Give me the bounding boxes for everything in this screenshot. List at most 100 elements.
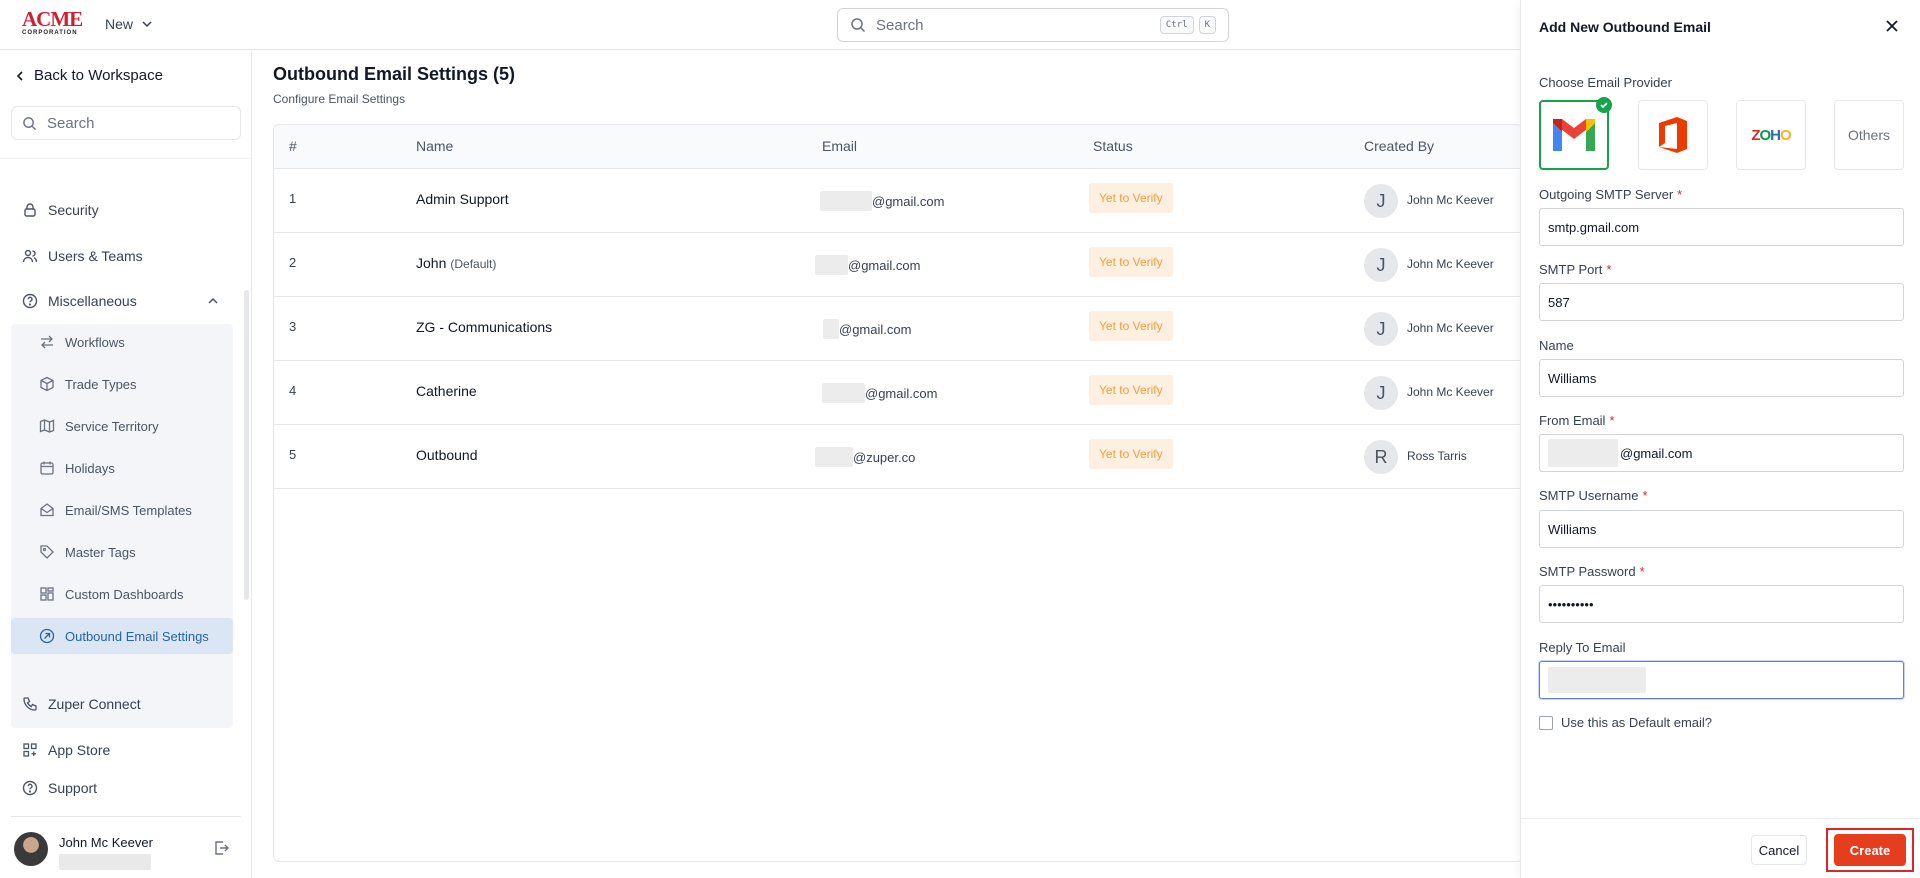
- sidebar-item-label: Trade Types: [65, 376, 137, 392]
- table-row[interactable]: 4 Catherine @gmail.com Yet to Verify J J…: [274, 361, 1523, 425]
- smtp-password-label: SMTP Password *: [1539, 564, 1645, 579]
- logout-icon[interactable]: [212, 839, 230, 857]
- create-button[interactable]: Create: [1834, 834, 1906, 866]
- email-redacted: [815, 255, 848, 275]
- global-search-input[interactable]: Search Ctrl K: [837, 8, 1229, 42]
- mail-open-icon: [40, 503, 54, 517]
- logo-text: ACME: [22, 7, 83, 31]
- email-domain: @gmail.com: [848, 257, 921, 273]
- from-email-field[interactable]: @gmail.com: [1539, 434, 1904, 472]
- sidebar-item-label: Users & Teams: [48, 248, 143, 264]
- new-menu-label: New: [105, 16, 134, 32]
- email-domain: @gmail.com: [872, 193, 945, 209]
- sidebar-item-label: Security: [48, 202, 99, 218]
- sidebar-item-email-sms-templates[interactable]: Email/SMS Templates: [11, 492, 233, 528]
- row-number: 2: [289, 255, 297, 270]
- creator-avatar: J: [1364, 376, 1398, 410]
- calendar-icon: [40, 461, 54, 475]
- sidebar-search-placeholder: Search: [47, 114, 95, 132]
- table-row[interactable]: 2 John (Default) @gmail.com Yet to Verify…: [274, 233, 1523, 297]
- sidebar-item-security[interactable]: Security: [22, 198, 99, 222]
- provider-gmail-option[interactable]: [1539, 97, 1612, 170]
- sidebar-item-master-tags[interactable]: Master Tags: [11, 534, 233, 570]
- chevron-up-icon[interactable]: [206, 294, 220, 308]
- provider-zoho-option[interactable]: ZOHO: [1736, 100, 1806, 170]
- gmail-icon: [1553, 119, 1595, 151]
- shortcut-ctrl-key: Ctrl: [1159, 16, 1194, 34]
- row-email: @gmail.com: [820, 191, 944, 211]
- default-email-checkbox[interactable]: [1539, 715, 1553, 730]
- column-header-status: Status: [1093, 138, 1133, 154]
- default-email-checkbox-row[interactable]: Use this as Default email?: [1539, 715, 1712, 730]
- sidebar-item-service-territory[interactable]: Service Territory: [11, 408, 233, 444]
- page-title: Outbound Email Settings (5): [273, 64, 515, 84]
- smtp-port-label-text: SMTP Port: [1539, 262, 1603, 277]
- provider-others-option[interactable]: Others: [1834, 100, 1904, 170]
- office-icon: [1659, 117, 1687, 153]
- table-row[interactable]: 5 Outbound @zuper.co Yet to Verify R Ros…: [274, 425, 1523, 489]
- sidebar-item-zuper-connect[interactable]: Zuper Connect: [22, 692, 141, 716]
- status-badge: Yet to Verify: [1089, 311, 1173, 341]
- cancel-button[interactable]: Cancel: [1751, 835, 1807, 865]
- column-header-created-by: Created By: [1364, 138, 1435, 154]
- creator-avatar: J: [1364, 312, 1398, 346]
- email-redacted: [820, 191, 872, 211]
- email-redacted: [815, 447, 853, 467]
- row-name: John: [416, 255, 447, 271]
- sidebar-item-support[interactable]: Support: [22, 776, 97, 800]
- row-name: Catherine: [416, 383, 477, 399]
- reply-to-field[interactable]: [1539, 661, 1904, 699]
- logo-subtext: CORPORATION: [22, 30, 78, 36]
- close-icon[interactable]: [1884, 18, 1900, 34]
- user-avatar[interactable]: [14, 832, 48, 866]
- sidebar-item-outbound-email-settings[interactable]: Outbound Email Settings: [11, 618, 233, 654]
- back-to-workspace-link[interactable]: Back to Workspace: [14, 67, 163, 84]
- sidebar-bottom-divider: [11, 816, 241, 817]
- sidebar-item-app-store[interactable]: App Store: [22, 738, 110, 762]
- required-marker: *: [1609, 413, 1615, 428]
- sidebar-item-trade-types[interactable]: Trade Types: [11, 366, 233, 402]
- drawer-title: Add New Outbound Email: [1539, 19, 1711, 35]
- sidebar-item-holidays[interactable]: Holidays: [11, 450, 233, 486]
- creator-avatar: J: [1364, 184, 1398, 218]
- sidebar-search-input[interactable]: Search: [11, 106, 241, 140]
- sidebar-item-workflows[interactable]: Workflows: [11, 324, 233, 360]
- table-row[interactable]: 3 ZG - Communications @gmail.com Yet to …: [274, 297, 1523, 361]
- reply-to-label: Reply To Email: [1539, 640, 1626, 655]
- workflow-icon: [41, 335, 53, 349]
- provider-office-option[interactable]: [1638, 100, 1708, 170]
- creator-name: Ross Tarris: [1407, 449, 1467, 463]
- smtp-username-value: Williams: [1548, 521, 1597, 537]
- new-menu-button[interactable]: New: [105, 16, 153, 32]
- sidebar-item-users-teams[interactable]: Users & Teams: [22, 244, 143, 268]
- column-header-name: Name: [416, 138, 454, 154]
- smtp-password-field[interactable]: ••••••••••: [1539, 585, 1904, 623]
- sidebar-item-miscellaneous[interactable]: Miscellaneous: [22, 289, 137, 313]
- row-name: ZG - Communications: [416, 319, 553, 335]
- reply-to-redacted: [1548, 667, 1646, 693]
- sidebar-item-label: Email/SMS Templates: [65, 502, 192, 518]
- from-email-label-text: From Email: [1539, 413, 1606, 428]
- row-email: @gmail.com: [823, 319, 911, 339]
- status-badge: Yet to Verify: [1089, 183, 1173, 213]
- drawer-footer-divider: [1521, 818, 1920, 819]
- name-field[interactable]: Williams: [1539, 359, 1904, 397]
- row-name: Outbound: [416, 447, 478, 463]
- smtp-port-field[interactable]: 587: [1539, 283, 1904, 321]
- zoho-letter: H: [1770, 126, 1781, 144]
- smtp-server-field[interactable]: smtp.gmail.com: [1539, 208, 1904, 246]
- sidebar-divider: [0, 158, 252, 159]
- smtp-username-label-text: SMTP Username: [1539, 488, 1639, 503]
- from-email-redacted: [1548, 439, 1618, 467]
- smtp-username-field[interactable]: Williams: [1539, 510, 1904, 548]
- acme-logo[interactable]: ACME CORPORATION: [22, 7, 86, 38]
- sidebar-scrollbar[interactable]: [244, 290, 249, 600]
- creator-name: John Mc Keever: [1407, 385, 1494, 399]
- table-row[interactable]: 1 Admin Support @gmail.com Yet to Verify…: [274, 169, 1523, 233]
- row-number: 3: [289, 319, 297, 334]
- smtp-server-value: smtp.gmail.com: [1548, 219, 1640, 235]
- required-marker: *: [1677, 187, 1683, 202]
- apps-icon: [23, 743, 37, 757]
- sidebar-item-custom-dashboards[interactable]: Custom Dashboards: [11, 576, 233, 612]
- email-redacted: [823, 319, 839, 339]
